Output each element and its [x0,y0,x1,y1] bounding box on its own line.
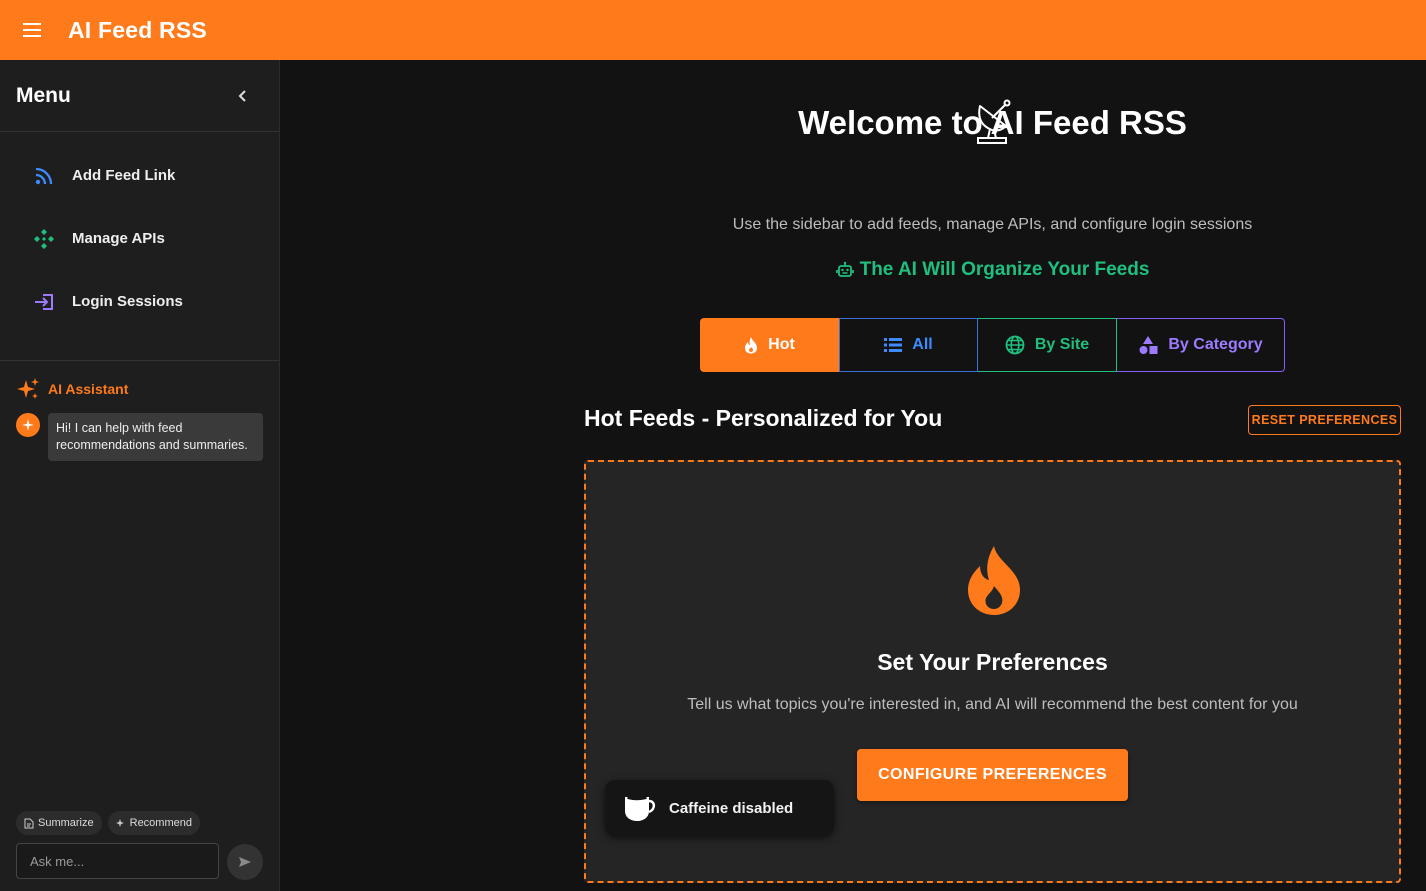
flame-icon [745,337,758,354]
sidebar: Menu Add Feed Link Manage APIs Login Ses… [0,60,280,891]
sidebar-item-label: Add Feed Link [72,167,176,184]
section-title: Hot Feeds - Personalized for You [584,405,943,431]
tab-label: By Category [1168,336,1263,353]
caffeine-toast: Caffeine disabled [605,780,834,836]
sparkles-icon [22,419,34,431]
preferences-title: Set Your Preferences [877,649,1108,675]
app-bar: AI Feed RSS [0,0,1426,60]
login-icon [32,290,56,314]
view-tabs: Hot All By Site By Category [700,318,1285,372]
summarize-chip[interactable]: Summarize [16,811,102,835]
sidebar-item-label: Manage APIs [72,230,165,247]
ai-organize-banner: The AI Will Organize Your Feeds [584,259,1401,281]
sidebar-header: Menu [0,60,279,132]
chevron-left-icon [238,89,246,102]
hamburger-menu-button[interactable] [0,0,64,60]
tab-hot[interactable]: Hot [700,318,839,372]
tab-by-category[interactable]: By Category [1117,318,1285,372]
sidebar-item-login-sessions[interactable]: Login Sessions [0,270,279,333]
ask-input[interactable] [16,843,219,879]
category-icon [1139,336,1158,354]
send-button[interactable] [227,844,263,880]
ai-message: Hi! I can help with feed recommendations… [16,413,263,461]
ai-assistant-panel: AI Assistant Hi! I can help with feed re… [0,361,279,891]
tab-label: All [912,336,933,353]
flame-icon [968,546,1020,615]
ai-organize-text: The AI Will Organize Your Feeds [859,259,1150,280]
sidebar-item-label: Login Sessions [72,293,183,310]
list-icon [884,338,903,352]
document-icon [24,818,34,828]
avatar [16,413,40,437]
ai-message-bubble: Hi! I can help with feed recommendations… [48,413,263,461]
globe-icon [1005,335,1025,355]
ai-assistant-label: AI Assistant [48,381,129,397]
sidebar-item-add-feed-link[interactable]: Add Feed Link [0,144,279,207]
welcome-title: Welcome to AI Feed RSS [798,104,1187,141]
tab-label: Hot [768,336,795,353]
rss-icon [32,164,56,188]
hamburger-icon [23,23,41,37]
tab-by-site[interactable]: By Site [978,318,1117,372]
chip-label: Recommend [129,817,192,829]
sidebar-item-manage-apis[interactable]: Manage APIs [0,207,279,270]
app-title: AI Feed RSS [68,16,207,43]
configure-preferences-button[interactable]: CONFIGURE PREFERENCES [857,749,1128,801]
quick-actions: Summarize Recommend [16,811,200,835]
tab-label: By Site [1034,336,1090,353]
sidebar-nav: Add Feed Link Manage APIs Login Sessions [0,132,279,361]
robot-icon [835,261,854,277]
send-icon [239,857,251,867]
tab-all[interactable]: All [839,318,978,372]
collapse-sidebar-button[interactable] [231,84,255,108]
sidebar-title: Menu [16,83,71,107]
toast-label: Caffeine disabled [669,799,794,817]
api-icon [32,227,56,251]
welcome-subtitle: Use the sidebar to add feeds, manage API… [732,216,1253,233]
chip-label: Summarize [38,817,94,829]
preferences-subtitle: Tell us what topics you're interested in… [687,696,1298,713]
sparkles-icon [115,819,124,827]
sparkles-icon [17,378,39,399]
reset-preferences-button[interactable]: RESET PREFERENCES [1248,405,1401,435]
recommend-chip[interactable]: Recommend [107,811,200,835]
ai-assistant-header: AI Assistant [16,377,263,401]
coffee-cup-icon [625,795,656,821]
